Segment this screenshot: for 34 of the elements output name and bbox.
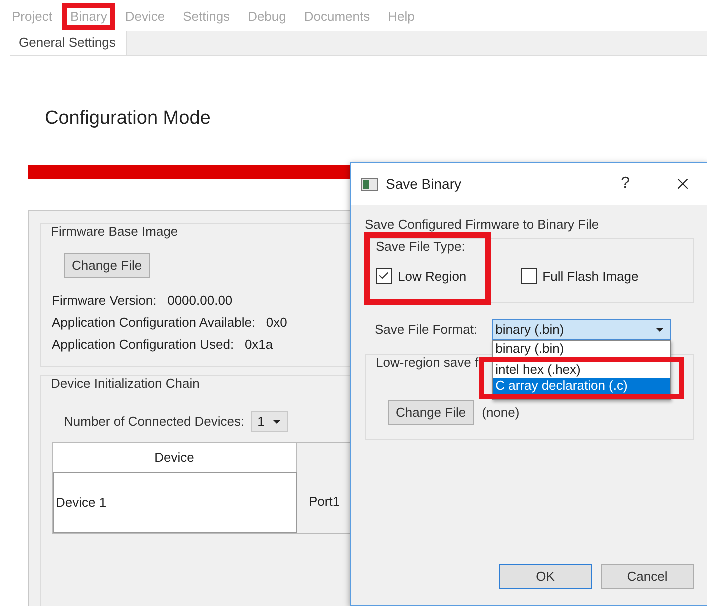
checkbox[interactable] bbox=[520, 268, 537, 284]
dropdown-option[interactable]: intel hex (.hex) bbox=[492, 362, 670, 378]
device-count-dropdown[interactable]: 1 bbox=[250, 411, 288, 432]
change-file-button[interactable]: Change File bbox=[64, 253, 150, 278]
format-label: Save File Format: bbox=[375, 322, 478, 337]
checkbox-option[interactable]: Full Flash Image bbox=[520, 268, 639, 284]
window-icon bbox=[361, 178, 378, 190]
checkbox[interactable] bbox=[376, 268, 392, 284]
dialog-title: Save Binary bbox=[386, 176, 462, 192]
page-heading: Configuration Mode bbox=[45, 108, 212, 130]
group-title: Low-region save f bbox=[376, 355, 479, 370]
info-line: Application Configuration Available: 0x0 bbox=[52, 314, 288, 332]
dialog-subtitle: Save Configured Firmware to Binary File bbox=[365, 217, 600, 232]
help-button[interactable]: ? bbox=[615, 174, 636, 194]
info-line: Firmware Version: 0000.00.00 bbox=[52, 292, 233, 310]
change-file-button[interactable]: Change File bbox=[388, 400, 474, 425]
caret-icon bbox=[656, 328, 664, 332]
group-title: Save File Type: bbox=[376, 239, 466, 254]
caret-icon bbox=[272, 420, 281, 424]
checkbox-option[interactable]: Low Region bbox=[376, 268, 467, 284]
dialog-button[interactable]: OK bbox=[499, 564, 592, 589]
dialog-button[interactable]: Cancel bbox=[601, 564, 694, 589]
check-icon bbox=[378, 270, 390, 282]
info-line: Application Configuration Used: 0x1a bbox=[52, 336, 274, 354]
checkbox-label: Full Flash Image bbox=[542, 268, 639, 284]
column-header: Device bbox=[53, 443, 297, 472]
table-cell: Device 1 bbox=[53, 472, 297, 533]
dropdown-option[interactable]: C array declaration (.c) bbox=[492, 378, 670, 394]
table-cell-text: Port1 bbox=[308, 493, 342, 511]
tab[interactable]: General Settings bbox=[10, 31, 127, 55]
file-name: (none) bbox=[482, 405, 520, 420]
dropdown-option[interactable]: binary (.bin) bbox=[492, 341, 670, 357]
checkbox-label: Low Region bbox=[398, 268, 467, 284]
device-count-label: Number of Connected Devices: bbox=[64, 414, 245, 429]
